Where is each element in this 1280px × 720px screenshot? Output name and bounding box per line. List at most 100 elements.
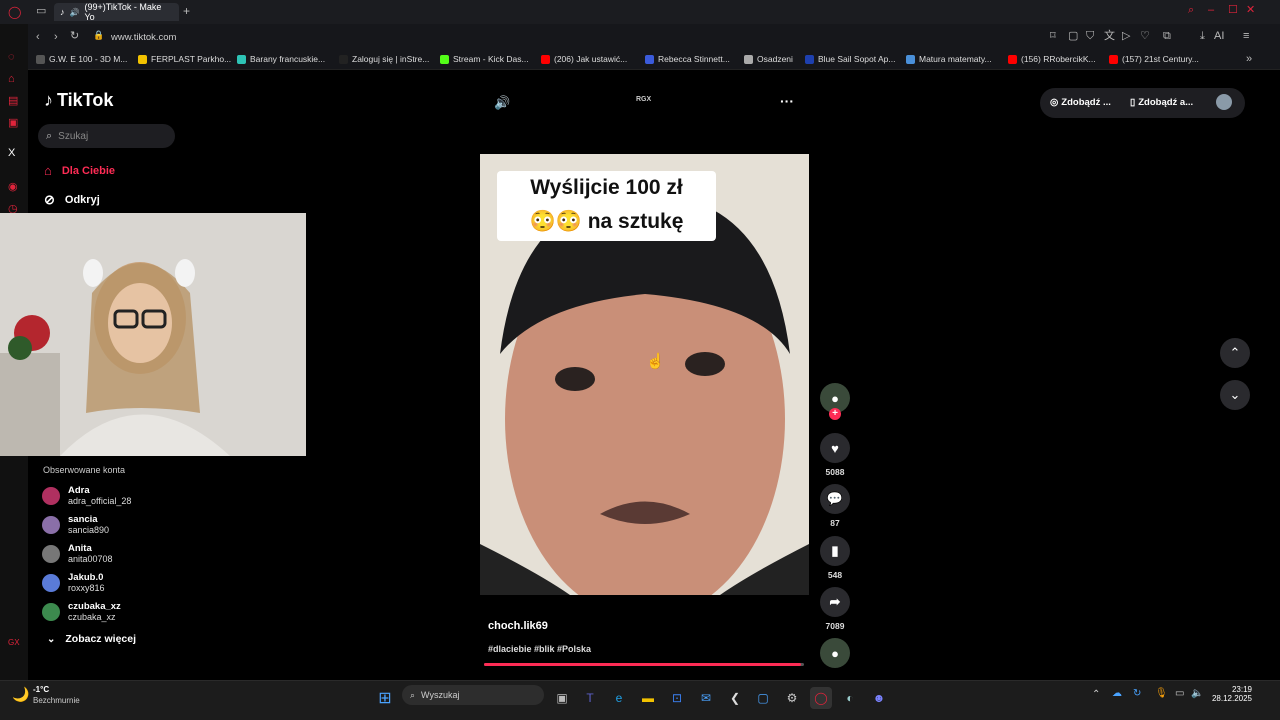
next-video-button[interactable]: ⌄ <box>1220 380 1250 410</box>
get-coins-button[interactable]: ◎ Zdobądź ... <box>1050 97 1111 108</box>
bookmark-item[interactable]: Stream - Kick Das... <box>440 54 529 64</box>
following-item[interactable]: Adra adra_official_28 <box>42 485 131 506</box>
tiktok-logo[interactable]: ♪ TikTok <box>44 90 113 111</box>
volume-tray-icon[interactable]: 🔈 <box>1191 688 1203 699</box>
follow-plus-icon[interactable]: + <box>829 408 841 420</box>
opera-logo-icon[interactable]: ◯ <box>8 6 21 18</box>
comment-button[interactable]: 💬 87 <box>820 484 850 528</box>
reload-icon[interactable]: ↻ <box>70 31 79 42</box>
sidebar-ai-icon[interactable]: ◌ <box>8 52 15 63</box>
more-options-icon[interactable]: ··· <box>780 93 794 109</box>
search-icon[interactable]: ⌕ <box>1188 5 1194 16</box>
menu-icon[interactable]: ≡ <box>1243 31 1249 42</box>
edge-icon[interactable]: e <box>608 687 630 709</box>
heart-icon[interactable]: ♡ <box>1140 31 1150 42</box>
shield-icon[interactable]: ⛉ <box>1086 31 1094 42</box>
clock[interactable]: 23:19 28.12.2025 <box>1206 685 1252 703</box>
sync-icon[interactable]: ↻ <box>1133 688 1141 699</box>
steam-icon[interactable]: ◐ <box>839 687 861 709</box>
bookmark-label: (206) Jak ustawić... <box>554 54 628 64</box>
get-app-button[interactable]: ▯ Zdobądź a... <box>1130 97 1193 108</box>
task-view-icon[interactable]: ▣ <box>551 687 573 709</box>
file-explorer-icon[interactable]: ▬ <box>637 687 659 709</box>
sidebar-music-icon[interactable]: ▣ <box>8 118 18 129</box>
user-avatar[interactable] <box>1216 94 1232 110</box>
bookmark-item[interactable]: Blue Sail Sopot Ap... <box>805 54 896 64</box>
ai-icon[interactable]: AI <box>1214 31 1224 42</box>
sidebar-aria-icon[interactable]: ⌂ <box>8 74 15 85</box>
maximize-button[interactable]: ☐ <box>1228 5 1238 16</box>
video-progress-track[interactable] <box>484 663 804 666</box>
opera-taskbar-icon[interactable]: ◯ <box>810 687 832 709</box>
new-tab-button[interactable]: + <box>183 5 190 17</box>
sidebar-player-icon[interactable]: ◉ <box>8 182 18 193</box>
save-button[interactable]: ▮ 548 <box>820 536 850 580</box>
bookmark-item[interactable]: (206) Jak ustawić... <box>541 54 627 64</box>
tiktok-favicon-icon: ♪ <box>60 7 65 17</box>
tray-chevron-icon[interactable]: ⌃ <box>1092 689 1100 700</box>
avatar <box>42 545 60 563</box>
avatar <box>42 603 60 621</box>
sidebar-gx-icon[interactable]: GX <box>8 639 20 647</box>
bookmark-item[interactable]: (156) RRobercikK... <box>1008 54 1096 64</box>
back-icon[interactable]: ‹ <box>36 32 40 43</box>
video-progress-fill <box>484 663 801 666</box>
bookmark-icon[interactable]: ⌑ <box>1050 31 1056 42</box>
app-window-icon[interactable]: ▢ <box>752 687 774 709</box>
tab-tiktok[interactable]: ♪ 🔊 (99+)TikTok - Make Yo <box>54 2 179 22</box>
following-item[interactable]: czubaka_xz czubaka_xz <box>42 601 121 622</box>
bookmark-item[interactable]: Rebecca Stinnett... <box>645 54 730 64</box>
minimize-button[interactable]: – <box>1208 5 1214 16</box>
bookmark-label: Matura matematy... <box>919 54 992 64</box>
onedrive-icon[interactable]: ☁ <box>1112 688 1122 699</box>
webcam-image <box>0 213 306 456</box>
following-item[interactable]: Jakub.0 roxxy816 <box>42 572 105 593</box>
author-avatar-button[interactable]: ● + <box>820 383 850 420</box>
share-button[interactable]: ➦ 7089 <box>820 587 850 631</box>
share-icon: ➦ <box>820 587 850 617</box>
see-more-button[interactable]: ⌄ Zobacz więcej <box>44 633 136 645</box>
microphone-icon[interactable]: 🎙 <box>1155 688 1168 699</box>
following-item[interactable]: sancia sancia890 <box>42 514 109 535</box>
mail-icon[interactable]: ✉ <box>695 687 717 709</box>
app-icon[interactable]: ❮ <box>724 687 746 709</box>
extensions-icon[interactable]: ⧉ <box>1163 31 1171 42</box>
weather-icon[interactable]: 🌙 <box>12 686 29 703</box>
windows-start-icon[interactable]: ⊞ <box>374 687 396 709</box>
settings-icon[interactable]: ⚙ <box>781 687 803 709</box>
video-author[interactable]: choch.lik69 <box>488 620 548 632</box>
bookmarks-overflow-icon[interactable]: » <box>1246 54 1252 65</box>
bookmark-item[interactable]: Barany francuskie... <box>237 54 325 64</box>
snapshot-icon[interactable]: ▢ <box>1068 31 1078 42</box>
taskbar-search[interactable]: ⌕ Wyszukaj <box>402 685 544 705</box>
translate-icon[interactable]: 文 <box>1104 31 1115 42</box>
nav-for-you[interactable]: ⌂ Dla Ciebie <box>44 163 115 178</box>
previous-video-button[interactable]: ⌃ <box>1220 338 1250 368</box>
url-field[interactable]: www.tiktok.com <box>111 32 176 43</box>
forward-icon[interactable]: › <box>54 32 58 43</box>
search-input[interactable]: ⌕ Szukaj <box>38 124 175 148</box>
network-icon[interactable]: ▭ <box>1175 688 1184 699</box>
bookmark-item[interactable]: Zaloguj się | inStre... <box>339 54 429 64</box>
volume-icon[interactable]: 🔊 <box>494 95 510 111</box>
like-button[interactable]: ♥ 5088 <box>820 433 850 477</box>
nav-explore[interactable]: ⊘ Odkryj <box>44 192 100 208</box>
download-icon[interactable]: ⤓ <box>1200 31 1205 42</box>
bookmark-item[interactable]: Osadzeni <box>744 54 793 64</box>
bookmark-item[interactable]: Matura matematy... <box>906 54 992 64</box>
discord-icon[interactable]: ☻ <box>868 687 890 709</box>
sidebar-messenger-icon[interactable]: ▤ <box>8 96 18 107</box>
teams-icon[interactable]: T <box>579 687 601 709</box>
sound-button[interactable]: ● <box>820 638 850 672</box>
close-button[interactable]: ✕ <box>1246 5 1255 16</box>
bookmark-item[interactable]: FERPLAST Parkho... <box>138 54 231 64</box>
following-item[interactable]: Anita anita00708 <box>42 543 113 564</box>
sidebar-x-icon[interactable]: X <box>8 148 15 159</box>
play-icon[interactable]: ▷ <box>1122 31 1130 42</box>
video-player[interactable]: Wyślijcie 100 zł 😳😳 na sztukę <box>480 154 809 595</box>
video-hashtags[interactable]: #dlaciebie #blik #Polska <box>488 644 591 654</box>
bookmark-item[interactable]: G.W. E 100 - 3D M... <box>36 54 127 64</box>
bookmark-item[interactable]: (157) 21st Century... <box>1109 54 1199 64</box>
store-icon[interactable]: ⊡ <box>666 687 688 709</box>
tab-list-icon[interactable]: ▭ <box>36 6 46 17</box>
